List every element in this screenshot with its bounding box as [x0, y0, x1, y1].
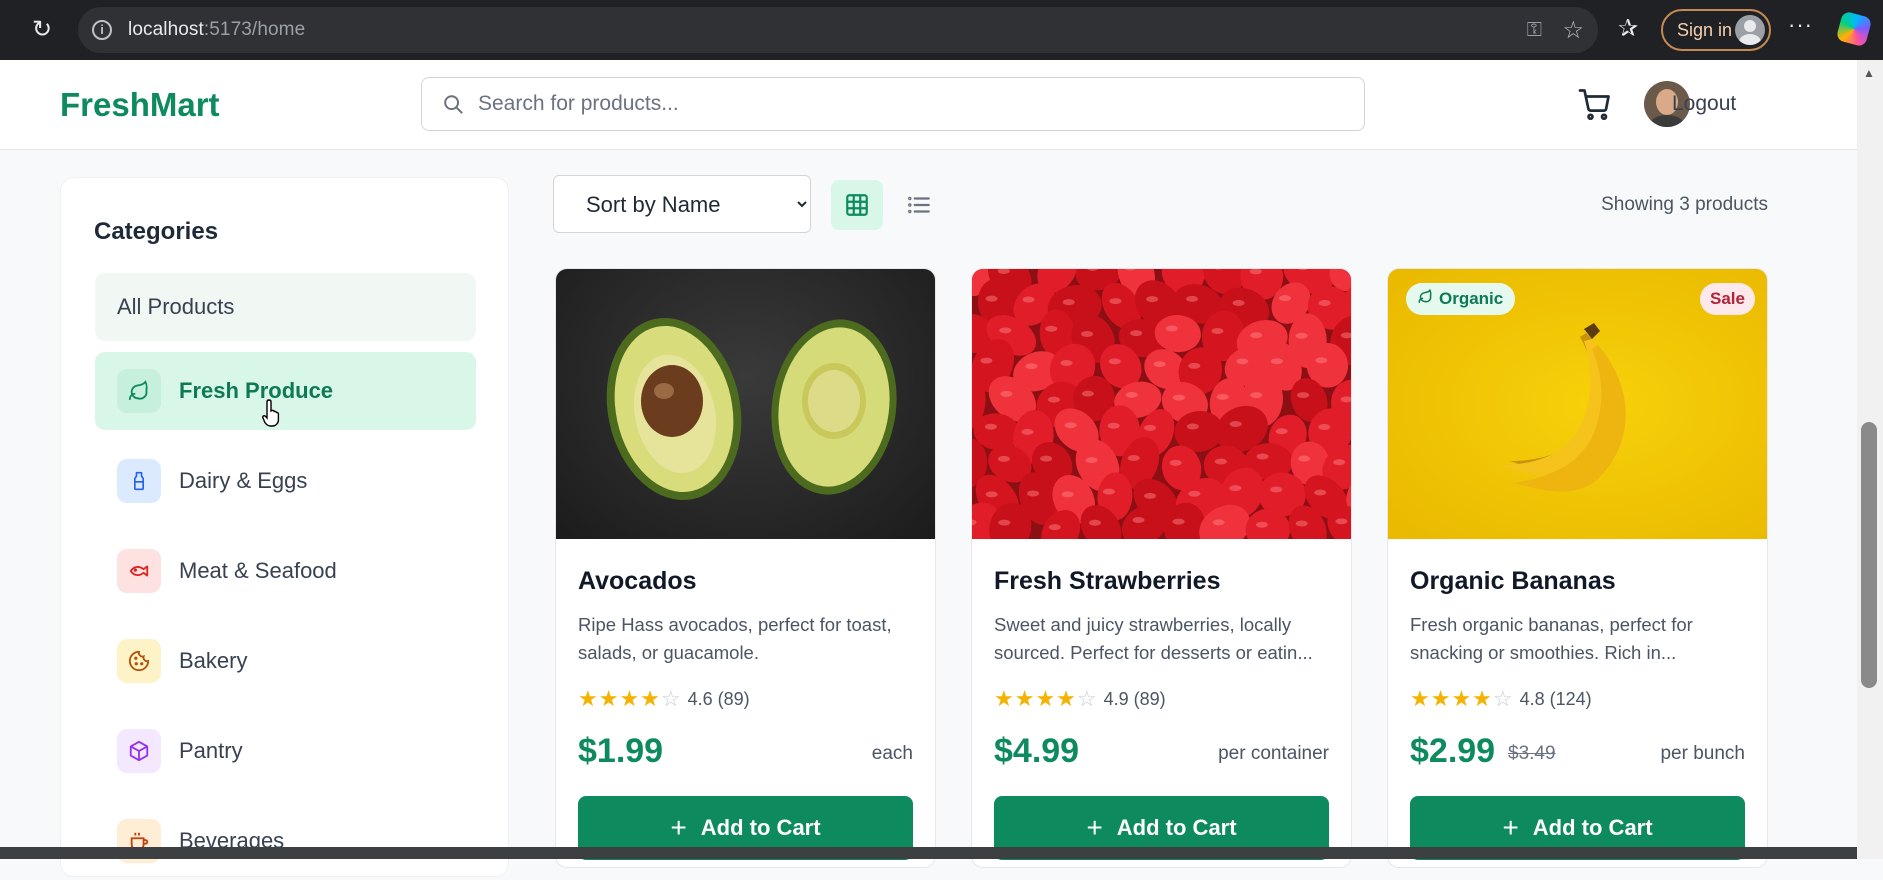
category-meat-seafood[interactable]: Meat & Seafood: [95, 532, 476, 610]
product-rating: ★★★★☆ 4.9 (89): [994, 686, 1166, 712]
product-price: $1.99: [578, 732, 663, 771]
search-input[interactable]: [478, 86, 1338, 122]
category-label: Pantry: [179, 738, 243, 764]
key-icon[interactable]: ⚿: [1527, 19, 1542, 42]
product-card[interactable]: Fresh Strawberries Sweet and juicy straw…: [971, 268, 1352, 868]
more-options-icon[interactable]: ···: [1788, 12, 1813, 38]
add-to-cart-label: Add to Cart: [1533, 815, 1653, 841]
product-count: Showing 3 products: [1601, 194, 1768, 216]
logout-button[interactable]: Logout: [1672, 92, 1736, 116]
url-host: localhost: [128, 19, 204, 40]
cart-icon[interactable]: [1577, 86, 1613, 122]
bookmark-star-icon[interactable]: ☆: [1562, 16, 1584, 45]
product-unit: per container: [1218, 743, 1329, 765]
box-icon: [117, 729, 161, 773]
url-text: localhost:5173/home: [128, 19, 305, 41]
signin-button[interactable]: Sign in: [1661, 9, 1771, 51]
plus-icon: +: [670, 814, 686, 842]
plus-icon: +: [1502, 814, 1518, 842]
page-scrollbar-thumb[interactable]: [1861, 422, 1877, 688]
category-label: Fresh Produce: [179, 378, 333, 404]
category-label: Bakery: [179, 648, 247, 674]
favorites-icon[interactable]: ✰: [1618, 14, 1638, 43]
url-path: :5173/home: [204, 19, 305, 40]
rating-text: 4.6 (89): [688, 689, 750, 710]
scroll-up-arrow-icon[interactable]: ▲: [1863, 66, 1875, 80]
address-bar[interactable]: i localhost:5173/home ⚿ ☆: [78, 7, 1598, 53]
product-price: $2.99: [1410, 732, 1495, 771]
product-image-bananas[interactable]: Organic Sale: [1388, 269, 1768, 539]
category-fresh-produce[interactable]: Fresh Produce: [95, 352, 476, 430]
rating-text: 4.8 (124): [1520, 689, 1592, 710]
product-unit: per bunch: [1660, 743, 1745, 765]
product-name[interactable]: Fresh Strawberries: [994, 567, 1221, 596]
product-rating: ★★★★☆ 4.6 (89): [578, 686, 750, 712]
product-unit: each: [872, 743, 913, 765]
app-header: FreshMart Logout: [0, 60, 1857, 150]
plus-icon: +: [1086, 814, 1102, 842]
star-rating-icon: ★★★★☆: [1410, 686, 1514, 712]
product-description: Ripe Hass avocados, perfect for toast, s…: [578, 611, 918, 667]
search-box: [421, 77, 1365, 131]
categories-sidebar: Categories All Products Fresh Produce Da…: [60, 177, 509, 877]
sort-select[interactable]: Sort by Name: [553, 175, 811, 233]
category-label: Dairy & Eggs: [179, 468, 307, 494]
milk-bottle-icon: [117, 459, 161, 503]
sale-badge: Sale: [1700, 283, 1755, 315]
category-bakery[interactable]: Bakery: [95, 622, 476, 700]
organic-badge: Organic: [1406, 283, 1515, 315]
grid-view-button[interactable]: [831, 180, 883, 230]
product-card[interactable]: Organic Sale Organic Bananas Fresh organ…: [1387, 268, 1768, 868]
leaf-icon: [1418, 289, 1433, 309]
product-description: Sweet and juicy strawberries, locally so…: [994, 611, 1334, 667]
fish-icon: [117, 549, 161, 593]
product-rating: ★★★★☆ 4.8 (124): [1410, 686, 1592, 712]
category-dairy-eggs[interactable]: Dairy & Eggs: [95, 442, 476, 520]
product-price: $4.99: [994, 732, 1079, 771]
search-icon: [442, 93, 464, 115]
mouse-pointer-icon: [262, 398, 284, 428]
list-view-button[interactable]: [893, 180, 945, 230]
product-name[interactable]: Organic Bananas: [1410, 567, 1616, 596]
signin-label: Sign in: [1677, 20, 1732, 41]
star-rating-icon: ★★★★☆: [578, 686, 682, 712]
add-to-cart-label: Add to Cart: [1117, 815, 1237, 841]
grid-icon: [844, 192, 870, 218]
reload-icon[interactable]: ↻: [28, 16, 56, 44]
categories-title: Categories: [94, 218, 218, 246]
category-pantry[interactable]: Pantry: [95, 712, 476, 790]
add-to-cart-label: Add to Cart: [701, 815, 821, 841]
product-description: Fresh organic bananas, perfect for snack…: [1410, 611, 1750, 667]
product-image-avocados[interactable]: [556, 269, 936, 539]
category-label: All Products: [117, 294, 234, 320]
product-old-price: $3.49: [1508, 743, 1556, 765]
product-name[interactable]: Avocados: [578, 567, 697, 596]
product-image-strawberries[interactable]: [972, 269, 1352, 539]
category-label: Meat & Seafood: [179, 558, 337, 584]
site-info-icon[interactable]: i: [92, 20, 112, 40]
list-icon: [906, 192, 932, 218]
product-card[interactable]: Avocados Ripe Hass avocados, perfect for…: [555, 268, 936, 868]
category-beverages[interactable]: Beverages: [95, 802, 476, 880]
brand-logo[interactable]: FreshMart: [60, 86, 220, 124]
copilot-icon[interactable]: [1836, 11, 1873, 48]
browser-bottom-edge: [0, 847, 1857, 859]
rating-text: 4.9 (89): [1104, 689, 1166, 710]
organic-badge-label: Organic: [1439, 289, 1503, 309]
star-rating-icon: ★★★★☆: [994, 686, 1098, 712]
profile-avatar-icon: [1735, 15, 1765, 45]
cookie-icon: [117, 639, 161, 683]
leaf-icon: [117, 369, 161, 413]
browser-toolbar: ↻ i localhost:5173/home ⚿ ☆ ✰ Sign in ··…: [0, 0, 1883, 60]
category-all-products[interactable]: All Products: [95, 273, 476, 341]
